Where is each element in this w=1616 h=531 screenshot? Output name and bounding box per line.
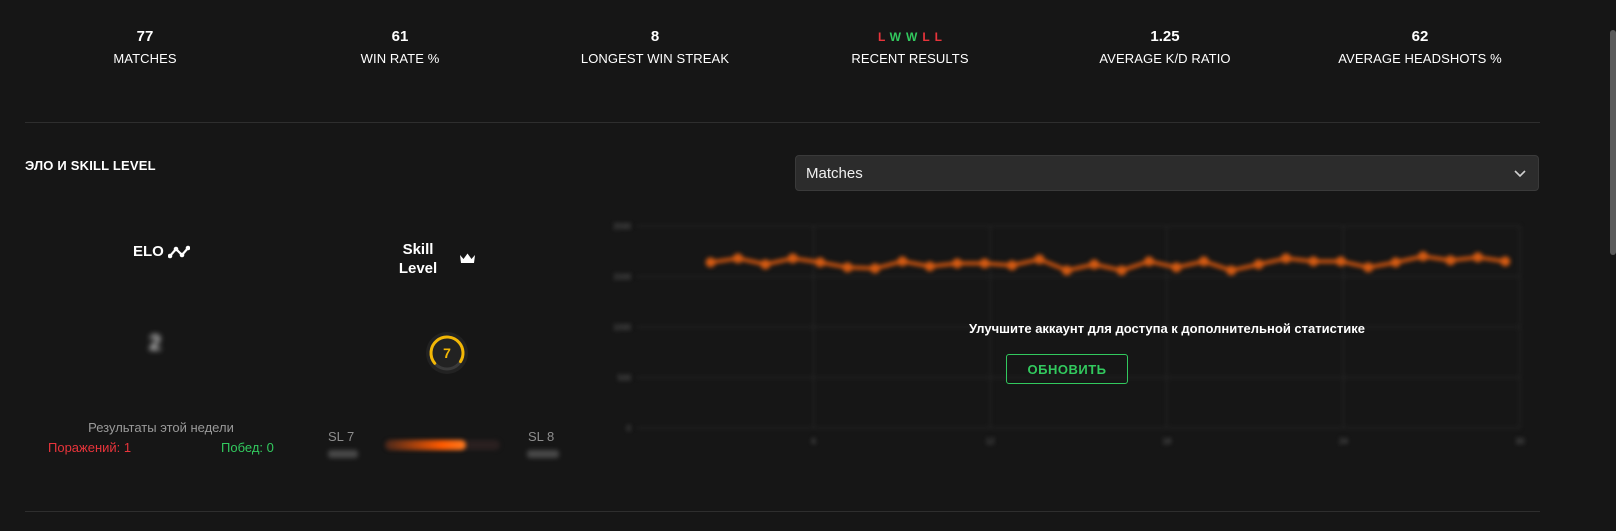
x-tick-label: 30 — [1516, 437, 1525, 446]
trend-icon — [167, 245, 190, 258]
stat-avg-headshots: 62 AVERAGE HEADSHOTS % — [1300, 28, 1540, 76]
elo-data-point — [1363, 262, 1374, 273]
dropdown-selected-value: Matches — [806, 164, 863, 182]
elo-data-point — [1116, 265, 1127, 276]
elo-value: 2 — [149, 330, 162, 355]
elo-data-point — [1171, 262, 1182, 273]
skill-level-number: 7 — [443, 345, 451, 361]
y-tick-label: 1000 — [613, 323, 631, 332]
upgrade-message: Улучшите аккаунт для доступа к дополните… — [969, 321, 1365, 336]
x-tick-label: 6 — [811, 437, 816, 446]
y-tick-label: 0 — [627, 424, 632, 433]
stat-label: AVERAGE HEADSHOTS % — [1338, 51, 1502, 66]
divider-top — [25, 122, 1540, 123]
week-results-title: Результаты этой недели — [88, 420, 234, 435]
page: 77 MATCHES 61 WIN RATE % 8 LONGEST WIN S… — [0, 0, 1616, 531]
skill-label-line2: Level — [398, 260, 438, 277]
stat-label: MATCHES — [113, 51, 177, 66]
chevron-down-icon — [1514, 170, 1526, 178]
y-tick-label: 2000 — [613, 222, 631, 231]
skill-progress-right-elo — [527, 450, 559, 458]
elo-data-point — [952, 258, 963, 269]
upgrade-button[interactable]: ОБНОВИТЬ — [1006, 354, 1128, 384]
skill-progress-left-elo — [328, 450, 358, 458]
stat-matches: 77 MATCHES — [25, 28, 265, 76]
elo-data-point — [1418, 251, 1429, 262]
elo-data-point — [1472, 252, 1483, 263]
elo-heading: ELO — [133, 243, 190, 260]
stat-label: WIN RATE % — [360, 51, 440, 66]
elo-data-point — [1253, 259, 1264, 270]
skill-progress-fill — [385, 440, 466, 450]
elo-data-point — [870, 263, 881, 274]
elo-data-point — [979, 258, 990, 269]
stat-value: 77 — [136, 28, 154, 45]
elo-data-point — [1061, 265, 1072, 276]
skill-progress-right-label: SL 8 — [528, 429, 555, 444]
chart-series — [705, 251, 1511, 276]
x-tick-label: 18 — [1162, 437, 1171, 446]
stat-label: AVERAGE K/D RATIO — [1099, 51, 1231, 66]
elo-data-point — [1034, 254, 1045, 265]
elo-data-point — [1281, 253, 1292, 264]
recent-result-win: W — [889, 30, 906, 44]
divider-bottom — [25, 511, 1540, 512]
elo-data-point — [924, 261, 935, 272]
week-losses: Поражений: 1 — [48, 440, 132, 455]
section-title: ЭЛО И SKILL LEVEL — [25, 158, 156, 173]
elo-label: ELO — [133, 243, 164, 260]
elo-data-point — [1007, 260, 1018, 271]
stats-row: 77 MATCHES 61 WIN RATE % 8 LONGEST WIN S… — [25, 28, 1540, 76]
skill-label-line1: Skill — [402, 241, 434, 258]
stat-value: 1.25 — [1150, 28, 1180, 45]
stat-value: 8 — [650, 28, 660, 45]
stat-label: RECENT RESULTS — [851, 51, 969, 66]
elo-data-point — [1226, 265, 1237, 276]
x-tick-label: 12 — [986, 437, 995, 446]
elo-data-point — [1089, 259, 1100, 270]
elo-data-point — [705, 257, 716, 268]
skill-progress-left-label: SL 7 — [328, 429, 355, 444]
skill-level-heading: Skill Level — [383, 240, 453, 278]
stat-avg-kd: 1.25 AVERAGE K/D RATIO — [1045, 28, 1285, 76]
elo-data-point — [732, 253, 743, 264]
week-wins: Побед: 0 — [221, 440, 274, 455]
elo-data-point — [1445, 255, 1456, 266]
stat-recent-results: LWWLL RECENT RESULTS — [790, 28, 1030, 76]
y-tick-label: 500 — [618, 374, 632, 383]
recent-result-loss: L — [877, 30, 890, 44]
elo-series-line — [710, 254, 1506, 273]
recent-result-loss: L — [922, 30, 935, 44]
elo-data-point — [787, 253, 798, 264]
elo-data-point — [1308, 256, 1319, 267]
elo-chart: 0 500 1000 1500 2000 6 12 18 24 30 — [613, 222, 1525, 446]
y-tick-label: 1500 — [613, 273, 631, 282]
elo-data-point — [1335, 256, 1346, 267]
scrollbar-thumb[interactable] — [1610, 30, 1616, 255]
elo-data-point — [897, 256, 908, 267]
stat-win-rate: 61 WIN RATE % — [280, 28, 520, 76]
elo-data-point — [1390, 257, 1401, 268]
elo-data-point — [1500, 256, 1511, 267]
recent-result-loss: L — [934, 30, 947, 44]
elo-data-point — [760, 259, 771, 270]
recent-results-list: LWWLL — [790, 28, 1030, 46]
chart-metric-dropdown[interactable]: Matches — [795, 155, 1539, 191]
recent-result-win: W — [905, 30, 923, 44]
crown-icon — [460, 253, 475, 263]
elo-data-point — [842, 262, 853, 273]
stat-label: LONGEST WIN STREAK — [580, 51, 730, 66]
elo-data-point — [1144, 256, 1155, 267]
elo-data-point — [815, 257, 826, 268]
stat-value: 61 — [391, 28, 409, 45]
elo-data-point — [1198, 256, 1209, 267]
stat-longest-win-streak: 8 LONGEST WIN STREAK — [535, 28, 775, 76]
x-tick-label: 24 — [1339, 437, 1348, 446]
stat-value: 62 — [1411, 28, 1429, 45]
skill-level-gauge: 7 — [426, 332, 468, 374]
